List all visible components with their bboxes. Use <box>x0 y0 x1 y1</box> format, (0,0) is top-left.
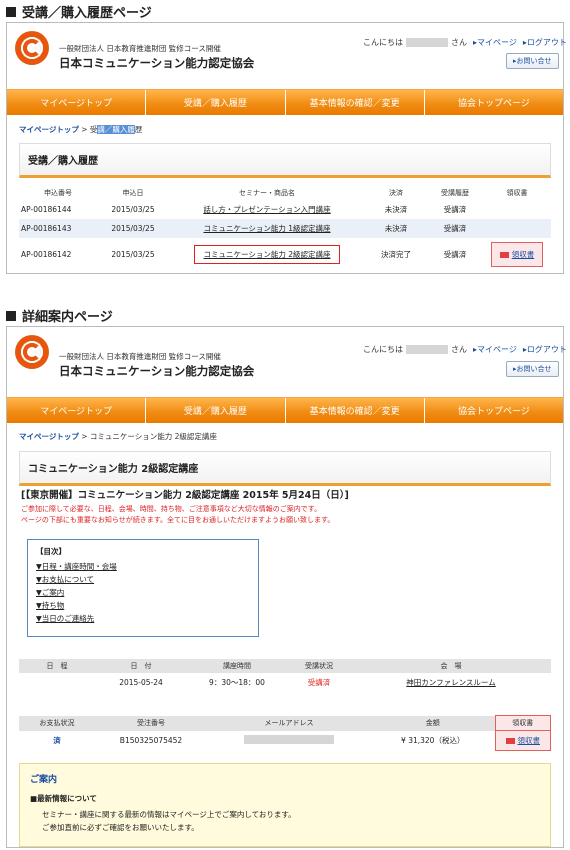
org-name: 日本コミュニケーション能力認定協会 <box>59 56 255 70</box>
receipt-button[interactable]: 領収書 <box>505 735 540 746</box>
nav-history[interactable]: 受講／購入履歴 <box>146 90 286 115</box>
breadcrumb-home[interactable]: マイページトップ <box>19 125 79 134</box>
guide-subtitle: ■最新情報について <box>30 794 97 803</box>
email-redacted <box>244 735 334 744</box>
username-redacted <box>406 38 448 47</box>
page-title: コミュニケーション能力 2級認定講座 <box>19 451 551 486</box>
toc-link-belongings[interactable]: ▼持ち物 <box>36 599 250 612</box>
table-row: 済 B150325075452 ¥ 31,320（税込） 領収書 <box>19 730 551 751</box>
guide-text: ご参加直前に必ずご確認をお願いいたします。 <box>42 823 199 832</box>
nav-association-top[interactable]: 協会トップページ <box>425 90 563 115</box>
breadcrumb-home[interactable]: マイページトップ <box>19 432 79 441</box>
breadcrumb: マイページトップ > コミュニケーション能力 2級認定講座 <box>19 432 217 441</box>
notice-text: ページの下部にも重要なお知らせが続きます。全てに目をお通しいただけますようお願い… <box>21 516 335 524</box>
detail-page-frame: 一般財団法人 日本教育推進財団 監修コース開催 日本コミュニケーション能力認定協… <box>6 326 567 848</box>
toc-link-guide[interactable]: ▼ご案内 <box>36 586 250 599</box>
notice-text: ご参加に際して必要な、日程、会場、時間、持ち物、ご注意事項など大切な情報のご案内… <box>21 505 322 513</box>
pdf-icon <box>505 737 515 744</box>
guide-title: ご案内 <box>30 775 58 785</box>
inquiry-button[interactable]: ▸お問い合せ <box>506 361 559 377</box>
col-name: セミナー・商品名 <box>239 189 295 197</box>
schedule-table: 日 程 日 付 講座時間 受講状況 会 場 2015-05-24 9：30～18… <box>19 659 551 692</box>
payment-table: お支払状況 受注番号 メールアドレス 金額 領収書 済 B15032507545… <box>19 715 551 751</box>
receipt-button[interactable]: 領収書 <box>499 249 534 260</box>
nav-mypage-top[interactable]: マイページトップ <box>7 90 147 115</box>
venue-link[interactable]: 神田カンファレンスルーム <box>406 678 495 687</box>
toc-link-schedule[interactable]: ▼日程・講座時間・会場 <box>36 560 250 573</box>
greeting: こんにちは さん ▸マイページ ▸ログアウト <box>363 37 567 48</box>
toc-link-payment[interactable]: ▼お支払について <box>36 573 250 586</box>
logo-icon <box>15 335 49 369</box>
seminar-link[interactable]: コミュニケーション能力 1級認定講座 <box>203 224 330 233</box>
logout-link[interactable]: ▸ログアウト <box>523 37 567 48</box>
org-name: 日本コミュニケーション能力認定協会 <box>59 364 255 378</box>
seminar-link-highlighted[interactable]: コミュニケーション能力 2級認定講座 <box>203 250 330 259</box>
col-date: 申込日 <box>122 189 144 197</box>
nav-profile[interactable]: 基本情報の確認／変更 <box>286 398 425 423</box>
logo-icon <box>15 31 49 65</box>
table-row: 2015-05-24 9：30～18：00 受講済 神田カンファレンスルーム <box>119 678 496 687</box>
org-subtitle: 一般財団法人 日本教育推進財団 監修コース開催 <box>59 352 221 361</box>
logout-link[interactable]: ▸ログアウト <box>523 344 567 355</box>
main-nav: マイページトップ 受講／購入履歴 基本情報の確認／変更 協会トップページ <box>7 89 563 115</box>
section-title-detail: 詳細案内ページ <box>6 306 113 325</box>
toc-box: 【目次】 ▼日程・講座時間・会場 ▼お支払について ▼ご案内 ▼持ち物 ▼当日の… <box>27 539 259 637</box>
mypage-link[interactable]: ▸マイページ <box>473 344 517 355</box>
mypage-link[interactable]: ▸マイページ <box>473 37 517 48</box>
guide-box: ご案内 ■最新情報について セミナー・講座に関する最新の情報はマイページ上でご案… <box>19 763 551 847</box>
section-title-history: 受講／購入履歴ページ <box>6 2 152 21</box>
seminar-link[interactable]: 話し方・プレゼンテーション入門講座 <box>203 205 330 214</box>
col-order-no: 申込番号 <box>44 189 72 197</box>
pdf-icon <box>499 251 509 258</box>
table-row: AP-00186142 2015/03/25 コミュニケーション能力 2級認定講… <box>19 238 551 271</box>
inquiry-button[interactable]: ▸お問い合せ <box>506 53 559 69</box>
table-row: AP-00186144 2015/03/25 話し方・プレゼンテーション入門講座… <box>21 205 467 214</box>
col-receipt: 領収書 <box>506 189 528 197</box>
event-title: [【東京開催】コミュニケーション能力 2級認定講座 2015年 5月24日（日）… <box>21 490 349 501</box>
page-title: 受講／購入履歴 <box>19 143 551 178</box>
table-row: AP-00186143 2015/03/25 コミュニケーション能力 1級認定講… <box>19 219 551 238</box>
nav-mypage-top[interactable]: マイページトップ <box>7 398 147 423</box>
username-redacted <box>406 345 448 354</box>
guide-text: セミナー・講座に関する最新の情報はマイページ上でご案内しております。 <box>42 810 296 819</box>
nav-association-top[interactable]: 協会トップページ <box>425 398 563 423</box>
history-table: 申込番号 申込日 セミナー・商品名 決済 受講履歴 領収書 AP-0018614… <box>19 186 551 271</box>
toc-link-contact[interactable]: ▼当日のご連絡先 <box>36 612 250 625</box>
toc-title: 【目次】 <box>36 547 66 556</box>
org-subtitle: 一般財団法人 日本教育推進財団 監修コース開催 <box>59 44 221 53</box>
greeting: こんにちは さん ▸マイページ ▸ログアウト <box>363 344 567 355</box>
history-page-frame: 一般財団法人 日本教育推進財団 監修コース開催 日本コミュニケーション能力認定協… <box>6 22 567 274</box>
breadcrumb: マイページトップ > 受講／購入履歴 <box>19 125 143 134</box>
nav-profile[interactable]: 基本情報の確認／変更 <box>286 90 425 115</box>
col-status: 受講履歴 <box>441 189 469 197</box>
main-nav: マイページトップ 受講／購入履歴 基本情報の確認／変更 協会トップページ <box>7 397 563 423</box>
col-payment: 決済 <box>389 189 403 197</box>
nav-history[interactable]: 受講／購入履歴 <box>146 398 286 423</box>
